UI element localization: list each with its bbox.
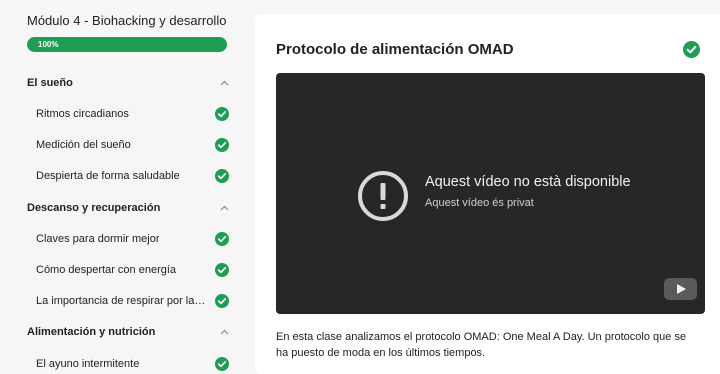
lesson-label: El ayuno intermitente [36,358,140,370]
video-error-subtitle: Aquest vídeo és privat [425,197,534,209]
video-player[interactable]: Aquest vídeo no està disponible Aquest v… [276,73,705,314]
lesson-card: Protocolo de alimentación OMAD Aquest ví… [255,14,720,374]
lesson-label: Cómo despertar con energía [36,264,177,276]
lesson-description: En esta clase analizamos el protocolo OM… [276,331,687,359]
lesson-respirar-nariz[interactable]: La importancia de respirar por la n... [27,291,229,311]
lesson-label: Despierta de forma saludable [36,170,180,182]
lesson-ayuno-intermitente[interactable]: El ayuno intermitente [27,354,229,374]
youtube-icon [676,284,686,294]
chevron-up-icon [219,78,229,88]
lesson-label: Claves para dormir mejor [36,233,160,245]
chevron-up-icon [219,203,229,213]
lesson-label: Medición del sueño [36,139,131,151]
progress-bar: 100% [27,37,227,52]
section-label: Descanso y recuperación [27,202,161,214]
section-descanso-recuperacion[interactable]: Descanso y recuperación [27,198,229,218]
section-alimentacion-nutricion[interactable]: Alimentación y nutrición [27,322,229,342]
section-el-sueno[interactable]: El sueño [27,73,229,93]
progress-label: 100% [38,40,59,49]
section-label: El sueño [27,77,73,89]
lesson-claves-dormir[interactable]: Claves para dormir mejor [27,229,229,249]
chevron-up-icon [219,327,229,337]
lesson-label: La importancia de respirar por la n... [36,295,208,307]
check-circle-icon [215,232,229,246]
check-circle-icon [683,41,700,58]
sidebar: Módulo 4 - Biohacking y desarrollo 100% … [0,0,244,371]
check-circle-icon [215,357,229,371]
check-circle-icon [215,169,229,183]
lesson-despierta-saludable[interactable]: Despierta de forma saludable [27,166,229,186]
module-title: Módulo 4 - Biohacking y desarrollo [27,13,227,28]
lesson-medicion-del-sueno[interactable]: Medición del sueño [27,135,229,155]
alert-circle-icon [358,171,408,221]
lesson-despertar-energia[interactable]: Cómo despertar con energía [27,260,229,280]
youtube-button[interactable] [664,278,697,300]
check-circle-icon [215,138,229,152]
section-label: Alimentación y nutrición [27,326,156,338]
check-circle-icon [215,263,229,277]
lesson-title: Protocolo de alimentación OMAD [276,41,514,58]
lesson-ritmos-circadianos[interactable]: Ritmos circadianos [27,104,229,124]
check-circle-icon [215,294,229,308]
lesson-label: Ritmos circadianos [36,108,129,120]
check-circle-icon [215,107,229,121]
video-error-title: Aquest vídeo no està disponible [425,174,631,190]
